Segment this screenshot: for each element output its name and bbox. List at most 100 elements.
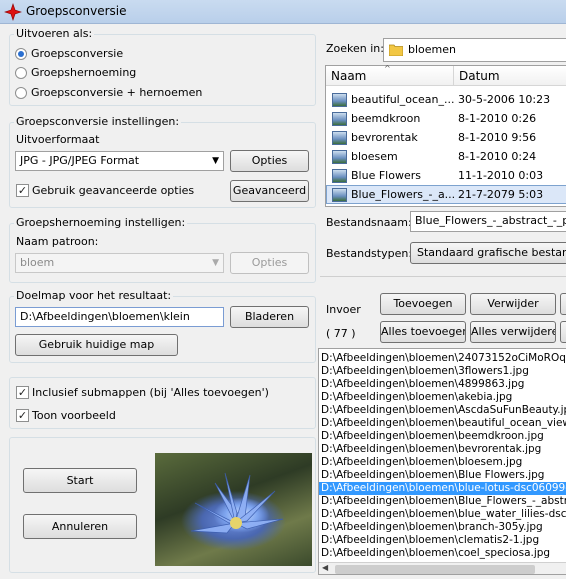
image-file-icon bbox=[332, 169, 347, 183]
preview-image bbox=[155, 453, 312, 566]
include-subfolders-checkbox[interactable]: ✓ bbox=[16, 386, 29, 399]
file-date: 8-1-2010 0:26 bbox=[458, 112, 537, 125]
sort-arrow-icon: ^ bbox=[384, 64, 391, 73]
input-path-row[interactable]: D:\Afbeeldingen\bloemen\coel_speciosa.jp… bbox=[321, 547, 550, 560]
input-file-list[interactable]: D:\Afbeeldingen\bloemen\24073152oCiMoROq… bbox=[318, 348, 566, 575]
input-path-row[interactable]: D:\Afbeeldingen\bloemen\clematis2-1.jpg bbox=[321, 534, 539, 547]
add-button[interactable]: Toevoegen bbox=[380, 293, 466, 315]
file-date: 8-1-2010 0:24 bbox=[458, 150, 537, 163]
file-name: beautiful_ocean_... bbox=[351, 93, 455, 106]
conversion-settings-title: Groepsconversie instellingen: bbox=[14, 115, 182, 128]
input-path-row[interactable]: D:\Afbeeldingen\bloemen\4899863.jpg bbox=[321, 378, 524, 391]
name-pattern-value: bloem bbox=[20, 256, 55, 269]
lotus-flower-image bbox=[190, 472, 284, 534]
input-path-row-selected[interactable]: D:\Afbeeldingen\bloemen\blue-lotus-dsc06… bbox=[319, 482, 566, 495]
destination-path-input[interactable]: D:\Afbeeldingen\bloemen\klein bbox=[15, 307, 224, 327]
file-name: Blue Flowers bbox=[351, 169, 421, 182]
include-subfolders-label: Inclusief submappen (bij 'Alles toevoege… bbox=[32, 386, 269, 399]
image-file-icon bbox=[332, 112, 347, 126]
input-path-row[interactable]: D:\Afbeeldingen\bloemen\branch-305y.jpg bbox=[321, 521, 543, 534]
extra-button[interactable] bbox=[560, 321, 566, 343]
image-file-icon bbox=[332, 150, 347, 164]
file-browser-list[interactable]: Naam ^ Datum beautiful_ocean_... 30-5-20… bbox=[325, 64, 566, 207]
extra-button[interactable] bbox=[560, 293, 566, 315]
add-all-button[interactable]: Alles toevoegen bbox=[380, 321, 466, 343]
file-row[interactable]: bevrorentak 8-1-2010 9:56 bbox=[326, 128, 566, 147]
scroll-left-icon[interactable]: ◀ bbox=[322, 563, 328, 572]
file-date: 11-1-2010 0:03 bbox=[458, 169, 544, 182]
run-as-title: Uitvoeren als: bbox=[14, 27, 95, 40]
divider bbox=[320, 276, 566, 277]
column-header-date-label: Datum bbox=[459, 69, 500, 83]
input-label: Invoer bbox=[326, 303, 361, 316]
cancel-button[interactable]: Annuleren bbox=[23, 514, 137, 539]
radio-label: Groepsconversie bbox=[31, 47, 124, 60]
output-format-label: Uitvoerformaat bbox=[16, 133, 100, 146]
file-row[interactable]: Blue Flowers 11-1-2010 0:03 bbox=[326, 166, 566, 185]
column-header-name-label: Naam bbox=[331, 69, 367, 83]
image-file-icon bbox=[332, 188, 347, 202]
file-row[interactable]: beemdkroon 8-1-2010 0:26 bbox=[326, 109, 566, 128]
file-row[interactable]: bloesem 8-1-2010 0:24 bbox=[326, 147, 566, 166]
name-pattern-select[interactable]: bloem ▼ bbox=[15, 253, 224, 273]
input-path-row[interactable]: D:\Afbeeldingen\bloemen\bloesem.jpg bbox=[321, 456, 522, 469]
search-in-label: Zoeken in: bbox=[326, 42, 384, 55]
file-row[interactable]: beautiful_ocean_... 30-5-2006 10:23 bbox=[326, 90, 566, 109]
column-header-date[interactable]: Datum bbox=[454, 66, 566, 86]
remove-all-button[interactable]: Alles verwijderen bbox=[470, 321, 556, 343]
advanced-options-checkbox[interactable]: ✓ bbox=[16, 184, 29, 197]
input-path-row[interactable]: D:\Afbeeldingen\bloemen\beemdkroon.jpg bbox=[321, 430, 544, 443]
input-path-row[interactable]: D:\Afbeeldingen\bloemen\Blue_Flowers_-_a… bbox=[321, 495, 566, 508]
search-in-folder-value: bloemen bbox=[408, 43, 456, 56]
rename-options-button[interactable]: Opties bbox=[230, 252, 309, 274]
file-date: 21-7-2079 5:03 bbox=[458, 188, 544, 201]
radio-label: Groepshernoeming bbox=[31, 66, 137, 79]
radio-groepshernoeming[interactable] bbox=[15, 67, 27, 79]
remove-button[interactable]: Verwijder bbox=[470, 293, 556, 315]
image-file-icon bbox=[332, 93, 347, 107]
input-path-row[interactable]: D:\Afbeeldingen\bloemen\24073152oCiMoROq… bbox=[321, 352, 566, 365]
filename-label: Bestandsnaam: bbox=[326, 216, 412, 229]
file-name: Blue_Flowers_-_a... bbox=[351, 188, 456, 201]
input-count: ( 77 ) bbox=[326, 327, 356, 340]
filetype-label: Bestandstypen: bbox=[326, 247, 413, 260]
show-preview-checkbox[interactable]: ✓ bbox=[16, 409, 29, 422]
start-button[interactable]: Start bbox=[23, 468, 137, 493]
filename-input[interactable]: Blue_Flowers_-_abstract_-_ps.3 bbox=[410, 211, 566, 232]
input-path-row[interactable]: D:\Afbeeldingen\bloemen\Blue Flowers.jpg bbox=[321, 469, 544, 482]
file-date: 8-1-2010 9:56 bbox=[458, 131, 537, 144]
radio-groepsconversie[interactable] bbox=[15, 48, 27, 60]
radio-conversie-hernoemen[interactable] bbox=[15, 87, 27, 99]
dropdown-arrow-icon: ▼ bbox=[212, 156, 219, 166]
destination-title: Doelmap voor het resultaat: bbox=[14, 289, 174, 302]
input-path-row[interactable]: D:\Afbeeldingen\bloemen\blue_water_lilie… bbox=[321, 508, 566, 521]
rename-settings-title: Groepshernoeming instelligen: bbox=[14, 216, 188, 229]
advanced-button[interactable]: Geavanceerd bbox=[230, 180, 309, 202]
filetype-select[interactable]: Standaard grafische bestanden bbox=[410, 242, 566, 264]
file-name: bevrorentak bbox=[351, 131, 418, 144]
advanced-options-label: Gebruik geavanceerde opties bbox=[32, 184, 195, 197]
folder-icon bbox=[389, 44, 403, 56]
format-options-button[interactable]: Opties bbox=[230, 150, 309, 172]
input-path-row[interactable]: D:\Afbeeldingen\bloemen\AscdaSuFunBeauty… bbox=[321, 404, 566, 417]
browse-button[interactable]: Bladeren bbox=[230, 306, 309, 328]
input-path-row[interactable]: D:\Afbeeldingen\bloemen\akebia.jpg bbox=[321, 391, 512, 404]
file-name: bloesem bbox=[351, 150, 398, 163]
use-current-folder-button[interactable]: Gebruik huidige map bbox=[15, 334, 178, 356]
output-format-select[interactable]: JPG - JPG/JPEG Format ▼ bbox=[15, 151, 224, 171]
window-title: Groepsconversie bbox=[26, 4, 127, 18]
horizontal-scrollbar[interactable]: ◀ bbox=[319, 562, 566, 574]
file-date: 30-5-2006 10:23 bbox=[458, 93, 551, 106]
input-path-row[interactable]: D:\Afbeeldingen\bloemen\beautiful_ocean_… bbox=[321, 417, 566, 430]
input-path-row[interactable]: D:\Afbeeldingen\bloemen\bevrorentak.jpg bbox=[321, 443, 541, 456]
title-bar: Groepsconversie bbox=[0, 0, 566, 24]
output-format-value: JPG - JPG/JPEG Format bbox=[20, 154, 140, 167]
scrollbar-thumb[interactable] bbox=[335, 565, 535, 574]
show-preview-label: Toon voorbeeld bbox=[32, 409, 116, 422]
file-row-selected[interactable]: Blue_Flowers_-_a... 21-7-2079 5:03 bbox=[326, 185, 566, 204]
input-path-row[interactable]: D:\Afbeeldingen\bloemen\3flowers1.jpg bbox=[321, 365, 529, 378]
file-name: beemdkroon bbox=[351, 112, 421, 125]
search-in-folder-select[interactable]: bloemen bbox=[383, 38, 566, 62]
column-header-name[interactable]: Naam ^ bbox=[326, 64, 454, 86]
dropdown-arrow-icon: ▼ bbox=[212, 258, 219, 268]
